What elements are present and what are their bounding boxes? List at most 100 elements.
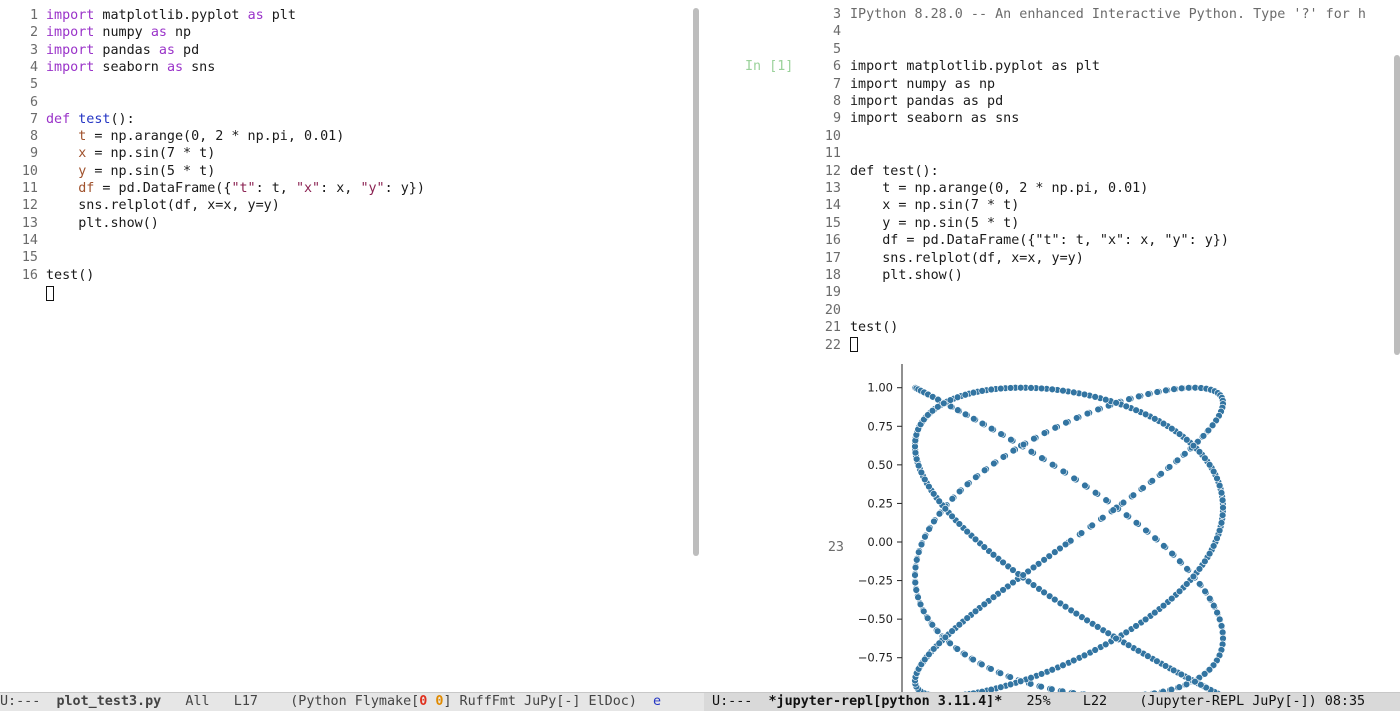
y-tick-label: 1.00 [867, 381, 893, 395]
code-line[interactable]: 15 [0, 249, 46, 266]
scatter-point [1202, 588, 1209, 595]
ml-left-mode-prefix[interactable]: (Python Flymake[ [290, 694, 419, 709]
repl-line[interactable]: 12def test(): [803, 163, 939, 180]
repl-text: x = np.sin(7 * t) [850, 198, 1019, 213]
scatter-point [954, 394, 961, 401]
left-scroll-thumb[interactable] [693, 8, 699, 556]
scatter-point [972, 608, 979, 615]
scatter-point [1000, 587, 1007, 594]
repl-text: test() [850, 320, 898, 335]
line-number: 8 [803, 93, 841, 110]
scatter-point [1183, 581, 1190, 588]
line-number: 11 [0, 180, 38, 197]
code-line[interactable]: 16test() [0, 267, 94, 284]
scatter-point [1218, 623, 1225, 630]
scatter-point [1219, 629, 1226, 636]
repl-line[interactable]: 21test() [803, 319, 898, 336]
line-number: 4 [0, 59, 38, 76]
line-number: 9 [803, 110, 841, 127]
code-line[interactable]: 7def test(): [0, 111, 135, 128]
code-line[interactable]: 4import seaborn as sns [0, 59, 215, 76]
repl-line[interactable]: 14 x = np.sin(7 * t) [803, 197, 1019, 214]
scatter-point [997, 684, 1004, 691]
scatter-point [1028, 384, 1035, 391]
code-line[interactable]: 10 y = np.sin(5 * t) [0, 163, 215, 180]
window-divider [690, 0, 800, 692]
scatter-point [1176, 431, 1183, 438]
ml-left-flymake-errors[interactable]: 0 [419, 694, 427, 709]
scatter-point [1174, 457, 1181, 464]
code-line[interactable]: 8 t = np.arange(0, 2 * np.pi, 0.01) [0, 128, 344, 145]
repl-line[interactable]: 4 [803, 23, 850, 40]
line-number: 1 [0, 7, 38, 24]
ml-right-modes[interactable]: (Jupyter-REPL JuPy[-]) 08:35 [1139, 694, 1365, 709]
code-line[interactable]: 9 x = np.sin(7 * t) [0, 145, 215, 162]
right-scroll-thumb[interactable] [1394, 55, 1400, 355]
scatter-point [990, 594, 997, 601]
scatter-point [1219, 512, 1226, 519]
repl-line[interactable]: 18 plt.show() [803, 267, 963, 284]
repl-text: import matplotlib.pyplot as plt [850, 59, 1100, 74]
repl-line[interactable]: 5 [803, 41, 850, 58]
code-line[interactable]: 13 plt.show() [0, 215, 159, 232]
code-line[interactable]: 12 sns.relplot(df, x=x, y=y) [0, 197, 280, 214]
code-line[interactable]: 14 [0, 232, 46, 249]
repl-line[interactable]: 11 [803, 145, 850, 162]
line-number: 15 [803, 215, 841, 232]
scatter-point [1154, 658, 1161, 665]
repl-line[interactable]: 9import seaborn as sns [803, 110, 1019, 127]
scatter-point [962, 391, 969, 398]
editor-pane-left[interactable]: 1import matplotlib.pyplot as plt2import … [0, 0, 690, 692]
scatter-point [970, 415, 977, 422]
repl-line[interactable]: 15 y = np.sin(5 * t) [803, 215, 1019, 232]
repl-line[interactable]: 16 df = pd.DataFrame({"t": t, "x": x, "y… [803, 232, 1229, 249]
scatter-point [1214, 475, 1221, 482]
scatter-point [1010, 567, 1017, 574]
repl-line[interactable]: 8import pandas as pd [803, 93, 1003, 110]
repl-line[interactable]: 3IPython 8.28.0 -- An enhanced Interacti… [803, 6, 1366, 23]
code-line[interactable]: 2import numpy as np [0, 24, 191, 41]
scatter-point [1176, 588, 1183, 595]
code-line[interactable]: 3import pandas as pd [0, 42, 199, 59]
scatter-point [1142, 616, 1149, 623]
repl-line[interactable]: 20 [803, 302, 850, 319]
scatter-point [1126, 396, 1133, 403]
repl-text: y = np.sin(5 * t) [850, 216, 1019, 231]
code-line[interactable]: 6 [0, 94, 46, 111]
ml-left-status: U:--- [0, 694, 56, 709]
scatter-point [1158, 470, 1165, 477]
ml-left-mode-suffix[interactable]: ] RuffFmt JuPy[-] ElDoc) [443, 694, 653, 709]
scatter-point [979, 388, 986, 395]
scatter-point [1185, 384, 1192, 391]
repl-line[interactable]: 17 sns.relplot(df, x=x, y=y) [803, 250, 1084, 267]
repl-line[interactable]: 6import matplotlib.pyplot as plt [803, 58, 1100, 75]
y-tick-label: 0.25 [867, 496, 893, 510]
scatter-point [1149, 477, 1156, 484]
repl-line[interactable]: 13 t = np.arange(0, 2 * np.pi, 0.01) [803, 180, 1148, 197]
scatter-point [1144, 653, 1151, 660]
scatter-point [956, 488, 963, 495]
scatter-point [934, 628, 941, 635]
code-line[interactable]: 5 [0, 76, 46, 93]
scatter-point [1073, 415, 1080, 422]
mode-line-right: U:--- *jupyter-repl[python 3.11.4]* 25% … [704, 692, 1400, 711]
scatter-point [1094, 624, 1101, 631]
repl-line[interactable]: 10 [803, 128, 850, 145]
code-text: def test(): [46, 112, 135, 127]
ml-right-buffer-name[interactable]: *jupyter-repl[python 3.11.4]* [769, 694, 1003, 709]
scatter-point [1216, 527, 1223, 534]
scatter-point [1170, 667, 1177, 674]
repl-line[interactable]: 7import numpy as np [803, 76, 995, 93]
scatter-point [962, 651, 969, 658]
scatter-point [1020, 572, 1027, 579]
scatter-point [936, 510, 943, 517]
scatter-point [1184, 566, 1191, 573]
code-line[interactable]: 1import matplotlib.pyplot as plt [0, 7, 296, 24]
repl-line[interactable]: 22 [803, 337, 858, 354]
ml-left-buffer-name[interactable]: plot_test3.py [56, 694, 161, 709]
scatter-point [942, 634, 949, 641]
code-line[interactable]: 11 df = pd.DataFrame({"t": t, "x": x, "y… [0, 180, 425, 197]
scatter-point [1007, 681, 1014, 688]
scatter-point [1062, 541, 1069, 548]
repl-line[interactable]: 19 [803, 284, 850, 301]
